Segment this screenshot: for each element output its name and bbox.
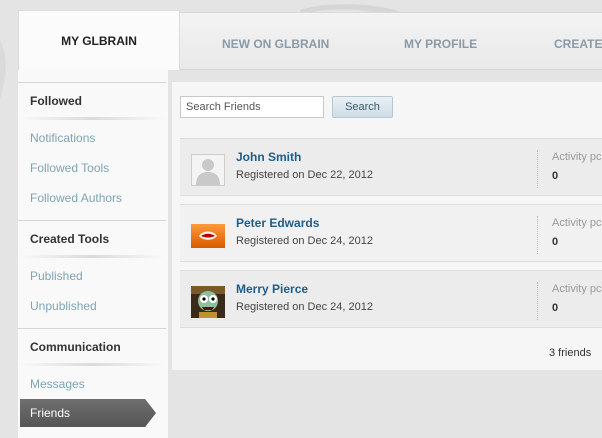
friend-name-link[interactable]: Merry Pierce: [236, 282, 308, 296]
zombie-cartoon-photo: [191, 286, 225, 318]
registration-date: Registered on Dec 24, 2012: [236, 301, 373, 313]
tab-new-on-glbrain[interactable]: NEW ON GLBRAIN: [222, 37, 329, 51]
main-tab-bar: MY GLBRAIN NEW ON GLBRAIN MY PROFILE CRE…: [18, 10, 602, 70]
divider: [18, 255, 166, 258]
sidebar-item-unpublished[interactable]: Unpublished: [30, 299, 97, 313]
sidebar-item-published[interactable]: Published: [30, 269, 83, 283]
section-title-created-tools: Created Tools: [30, 232, 110, 246]
friends-panel: Search John Smith Registered on Dec 22, …: [172, 82, 602, 370]
section-title-communication: Communication: [30, 340, 121, 354]
activity-value: 0: [552, 302, 559, 314]
sidebar-item-followed-tools[interactable]: Followed Tools: [30, 161, 109, 175]
divider: [18, 363, 166, 366]
sidebar: Followed Notifications Followed Tools Fo…: [18, 70, 168, 438]
activity-label: Activity pc: [552, 217, 602, 229]
divider: [537, 150, 538, 188]
divider: [18, 220, 166, 221]
activity-value: 0: [552, 236, 559, 248]
registration-date: Registered on Dec 24, 2012: [236, 235, 373, 247]
registration-date: Registered on Dec 22, 2012: [236, 169, 373, 181]
tab-my-profile[interactable]: MY PROFILE: [404, 37, 477, 51]
default-user-icon: [191, 154, 225, 186]
friend-count: 3 friends: [549, 347, 592, 359]
tab-my-glbrain[interactable]: MY GLBRAIN: [18, 10, 180, 70]
tab-label: MY GLBRAIN: [61, 33, 137, 48]
divider: [18, 117, 166, 120]
search-button[interactable]: Search: [332, 96, 393, 118]
activity-label: Activity pc: [552, 151, 602, 163]
friend-name-link[interactable]: Peter Edwards: [236, 216, 319, 230]
search-friends-input[interactable]: [180, 96, 324, 118]
sidebar-item-followed-authors[interactable]: Followed Authors: [30, 191, 122, 205]
divider: [18, 82, 166, 83]
friend-row: Merry Pierce Registered on Dec 24, 2012 …: [180, 270, 602, 328]
lips-photo: [191, 220, 225, 252]
tab-create[interactable]: CREATE C: [554, 37, 602, 51]
friend-row: Peter Edwards Registered on Dec 24, 2012…: [180, 204, 602, 262]
friend-name-link[interactable]: John Smith: [236, 150, 301, 164]
activity-label: Activity pc: [552, 283, 602, 295]
divider: [537, 216, 538, 254]
sidebar-item-friends[interactable]: Friends: [20, 399, 156, 427]
divider: [18, 328, 166, 329]
divider: [537, 282, 538, 320]
section-title-followed: Followed: [30, 94, 82, 108]
activity-value: 0: [552, 170, 559, 182]
friend-row: John Smith Registered on Dec 22, 2012 Ac…: [180, 138, 602, 196]
sidebar-item-notifications[interactable]: Notifications: [30, 131, 95, 145]
sidebar-item-messages[interactable]: Messages: [30, 377, 85, 391]
sidebar-item-label: Friends: [30, 406, 71, 420]
